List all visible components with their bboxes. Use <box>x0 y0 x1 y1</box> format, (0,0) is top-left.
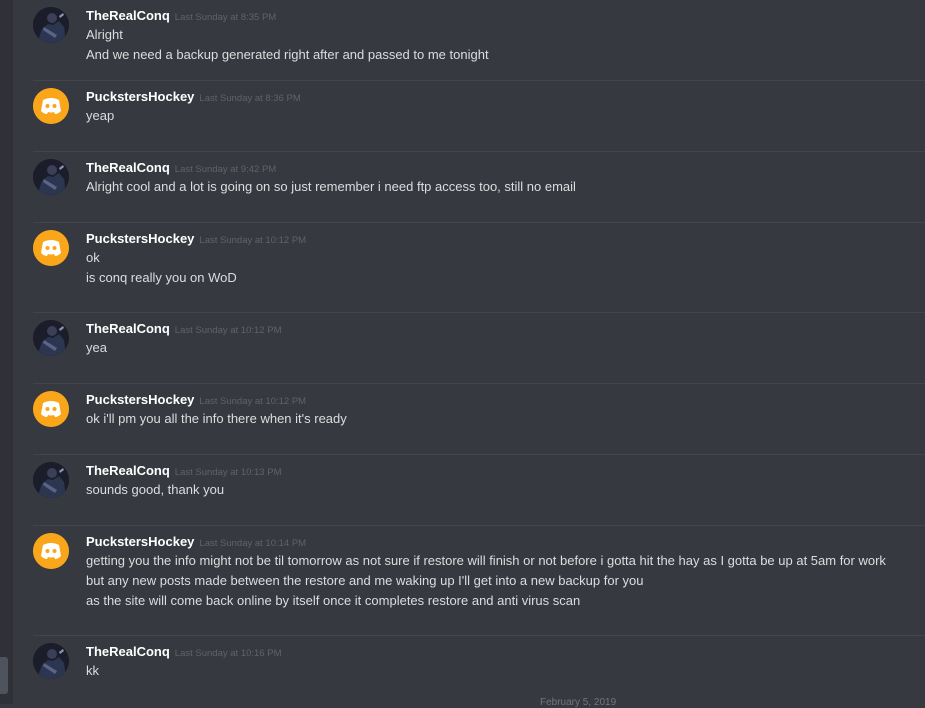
discord-avatar-icon[interactable] <box>33 230 69 266</box>
message-header: TheRealConq Last Sunday at 10:13 PM <box>86 463 281 481</box>
timestamp: Last Sunday at 10:14 PM <box>199 538 307 549</box>
user-avatar[interactable] <box>33 320 69 356</box>
username[interactable]: TheRealConq <box>86 463 170 478</box>
message-header: TheRealConq Last Sunday at 8:35 PM <box>86 8 276 26</box>
discord-avatar-icon[interactable] <box>33 88 69 124</box>
username[interactable]: TheRealConq <box>86 8 170 23</box>
message-text: yea <box>86 340 107 355</box>
user-avatar[interactable] <box>33 7 69 43</box>
username[interactable]: PuckstersHockey <box>86 392 194 407</box>
timestamp: Last Sunday at 10:12 PM <box>174 325 282 336</box>
timestamp: Last Sunday at 10:12 PM <box>199 235 307 246</box>
timestamp: Last Sunday at 8:35 PM <box>174 12 277 23</box>
message-header: TheRealConq Last Sunday at 9:42 PM <box>86 160 276 178</box>
message-content: Alright And we need a backup generated ri… <box>86 25 915 65</box>
discord-avatar-icon[interactable] <box>33 391 69 427</box>
message-text: And we need a backup generated right aft… <box>86 47 489 62</box>
timestamp: Last Sunday at 10:12 PM <box>199 396 307 407</box>
message-list: TheRealConq Last Sunday at 8:35 PM Alright… <box>13 0 925 704</box>
message-divider <box>33 454 925 455</box>
message-text: yeap <box>86 108 115 123</box>
message-content: sounds good, thank you <box>86 480 915 500</box>
message-text: kk <box>86 663 99 678</box>
message-text: ok i'll pm you all the info there when i… <box>86 411 347 426</box>
message-content: Alright cool and a lot is going on so ju… <box>86 177 915 197</box>
message-text: Alright cool and a lot is going on so ju… <box>86 179 576 194</box>
username[interactable]: PuckstersHockey <box>86 231 194 246</box>
timestamp: Last Sunday at 10:16 PM <box>174 648 282 659</box>
message-content: ok is conq really you on WoD <box>86 248 915 288</box>
message-content: getting you the info might not be til to… <box>86 551 915 611</box>
message-header: TheRealConq Last Sunday at 10:16 PM <box>86 644 281 662</box>
message-header: PuckstersHockey Last Sunday at 10:12 PM <box>86 231 306 249</box>
timestamp: Last Sunday at 9:42 PM <box>174 164 277 175</box>
user-avatar[interactable] <box>33 159 69 195</box>
message-header: TheRealConq Last Sunday at 10:12 PM <box>86 321 281 339</box>
message-text: sounds good, thank you <box>86 482 225 497</box>
username[interactable]: TheRealConq <box>86 321 170 336</box>
discord-avatar-icon[interactable] <box>33 533 69 569</box>
message-content: yea <box>86 338 915 358</box>
message-text: Alright <box>86 27 123 42</box>
message-text: getting you the info might not be til to… <box>86 553 886 568</box>
username[interactable]: PuckstersHockey <box>86 534 194 549</box>
username[interactable]: TheRealConq <box>86 644 170 659</box>
user-avatar[interactable] <box>33 643 69 679</box>
message-divider <box>33 383 925 384</box>
scrollbar-thumb[interactable] <box>0 657 8 694</box>
message-text: as the site will come back online by its… <box>86 593 581 608</box>
message-text: is conq really you on WoD <box>86 270 237 285</box>
message-text: but any new posts made between the resto… <box>86 573 644 588</box>
message-content: kk <box>86 661 915 681</box>
message-text: ok <box>86 250 100 265</box>
message-header: PuckstersHockey Last Sunday at 10:12 PM <box>86 392 306 410</box>
username[interactable]: TheRealConq <box>86 160 170 175</box>
message-header: PuckstersHockey Last Sunday at 10:14 PM <box>86 534 306 552</box>
message-divider <box>33 80 925 81</box>
message-header: PuckstersHockey Last Sunday at 8:36 PM <box>86 89 301 107</box>
message-content: yeap <box>86 106 915 126</box>
message-divider <box>33 525 925 526</box>
timestamp: Last Sunday at 8:36 PM <box>199 93 301 104</box>
message-content: ok i'll pm you all the info there when i… <box>86 409 915 429</box>
message-divider <box>33 222 925 223</box>
message-divider <box>33 151 925 152</box>
username[interactable]: PuckstersHockey <box>86 89 194 104</box>
date-divider: February 5, 2019 <box>540 697 617 708</box>
user-avatar[interactable] <box>33 462 69 498</box>
timestamp: Last Sunday at 10:13 PM <box>174 467 282 478</box>
left-sidebar-edge <box>0 0 13 704</box>
message-divider <box>33 312 925 313</box>
message-divider <box>33 635 925 636</box>
